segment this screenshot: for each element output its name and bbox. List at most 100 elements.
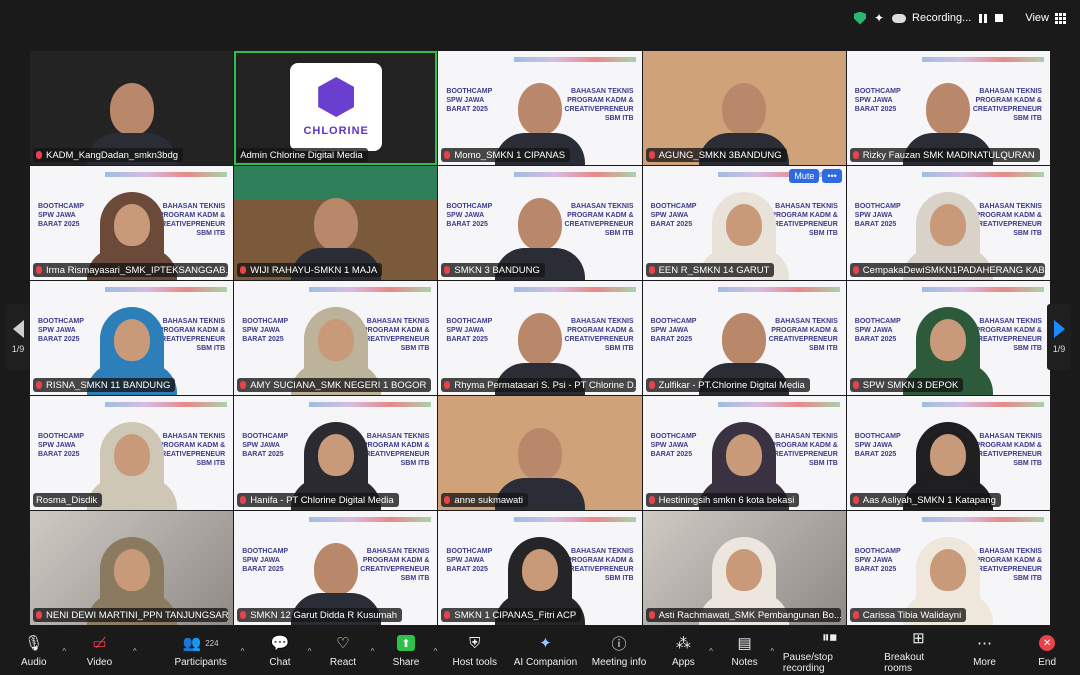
mic-muted-icon: [648, 151, 655, 159]
participant-tile[interactable]: BOOTHCAMP SPW JAWA BARAT 2025 BAHASAN TEK…: [234, 511, 438, 625]
recording-indicator[interactable]: Recording...: [892, 12, 971, 24]
participant-tile[interactable]: BOOTHCAMP SPW JAWA BARAT 2025 BAHASAN TEK…: [438, 281, 642, 395]
ai-companion-label: AI Companion: [513, 657, 578, 668]
more-button[interactable]: ⋯ More: [961, 627, 1009, 675]
end-meeting-button[interactable]: ✕ End: [1024, 627, 1070, 675]
participant-tile[interactable]: BOOTHCAMP SPW JAWA BARAT 2025 BAHASAN TEK…: [642, 166, 846, 280]
share-button[interactable]: ⬆ Share: [383, 627, 429, 675]
slide-title-left: BOOTHCAMP SPW JAWA BARAT 2025: [446, 548, 493, 573]
mic-muted-icon: [36, 151, 42, 159]
slide-title-left: BOOTHCAMP SPW JAWA BARAT 2025: [446, 203, 493, 228]
participant-name-label: WIJI RAHAYU-SMKN 1 MAJA: [237, 263, 383, 277]
participant-name-label: Irma Rismayasari_SMK_IPTEKSANGGAB...: [33, 263, 229, 277]
video-button[interactable]: ▭̸ Video: [71, 627, 128, 675]
participant-name: Rhyma Permatasari S. Psi - PT Chlorine D…: [454, 379, 637, 391]
slide-title-left: BOOTHCAMP SPW JAWA BARAT 2025: [650, 203, 697, 228]
notes-options-caret[interactable]: ^: [766, 627, 779, 675]
participant-tile[interactable]: BOOTHCAMP SPW JAWA BARAT 2025 BAHASAN TEK…: [438, 511, 642, 625]
ai-companion-button[interactable]: ✦ AI Companion: [509, 627, 581, 675]
participant-name: SMKN 3 BANDUNG: [454, 264, 540, 276]
participant-tile[interactable]: BOOTHCAMP SPW JAWA BARAT 2025 BAHASAN TEK…: [846, 51, 1050, 165]
notes-button[interactable]: ▤ Notes: [724, 627, 766, 675]
notes-icon: ▤: [737, 635, 752, 652]
mute-participant-button[interactable]: Mute: [789, 169, 820, 183]
participant-name-label: Zulfikar - PT.Chlorine Digital Media: [645, 378, 810, 392]
participant-tile[interactable]: KADM_KangDadan_smkn3bdg: [30, 51, 234, 165]
participant-tile[interactable]: BOOTHCAMP SPW JAWA BARAT 2025 BAHASAN TEK…: [30, 281, 234, 395]
stop-recording-icon[interactable]: [995, 14, 1004, 22]
participant-tile[interactable]: AGUNG_SMKN 3BANDUNG: [642, 51, 846, 165]
participant-tile[interactable]: Asti Rachmawati_SMK Pembangunan Bo...: [642, 511, 846, 625]
participant-tile[interactable]: BOOTHCAMP SPW JAWA BARAT 2025 BAHASAN TEK…: [642, 396, 846, 510]
video-gallery: KADM_KangDadan_smkn3bdg CHLORINE Admin Chl…: [30, 51, 1050, 625]
mic-muted-icon: [852, 611, 859, 619]
participant-name: anne sukmawati: [454, 494, 524, 506]
participants-options-caret[interactable]: ^: [236, 627, 249, 675]
participant-name: Zulfikar - PT.Chlorine Digital Media: [658, 379, 805, 391]
breakout-rooms-label: Breakout rooms: [884, 651, 925, 674]
participant-name-label: Hanifa - PT Chlorine Digital Media: [237, 493, 399, 507]
participant-tile[interactable]: CHLORINE Admin Chlorine Digital Media: [234, 51, 438, 165]
meeting-info-button[interactable]: ⓘ Meeting info: [588, 627, 651, 675]
participant-tile[interactable]: BOOTHCAMP SPW JAWA BARAT 2025 BAHASAN TEK…: [30, 166, 234, 280]
participants-icon: 👥 224: [182, 635, 219, 652]
shield-icon: [853, 11, 866, 25]
participant-name: Aas Asliyah_SMKN 1 Katapang: [862, 494, 996, 506]
chat-options-caret[interactable]: ^: [303, 627, 316, 675]
grid-icon: [1055, 12, 1066, 24]
encryption-indicator[interactable]: [853, 11, 866, 25]
video-options-caret[interactable]: ^: [128, 627, 141, 675]
tile-hover-controls: Mute •••: [789, 169, 842, 183]
participant-tile[interactable]: anne sukmawati: [438, 396, 642, 510]
page-indicator-right: 1/9: [1052, 344, 1066, 354]
more-label: More: [973, 657, 996, 668]
meeting-toolbar: 🎙 Audio ^ ▭̸ Video ^ 👥 224 Participants …: [0, 627, 1080, 675]
participant-name: EEN R_SMKN 14 GARUT: [658, 264, 770, 276]
participant-tile[interactable]: BOOTHCAMP SPW JAWA BARAT 2025 BAHASAN TEK…: [30, 396, 234, 510]
participant-tile[interactable]: BOOTHCAMP SPW JAWA BARAT 2025 BAHASAN TEK…: [846, 396, 1050, 510]
participant-name: NENI DEWI MARTINI_PPN TANJUNGSARI: [46, 609, 229, 621]
participant-tile[interactable]: BOOTHCAMP SPW JAWA BARAT 2025 BAHASAN TEK…: [846, 281, 1050, 395]
pause-stop-recording-button[interactable]: ⏸⏹ Pause/stop recording: [783, 627, 876, 675]
recording-label: Recording...: [912, 12, 972, 24]
participant-tile[interactable]: BOOTHCAMP SPW JAWA BARAT 2025 BAHASAN TEK…: [234, 281, 438, 395]
participant-tile[interactable]: WIJI RAHAYU-SMKN 1 MAJA: [234, 166, 438, 280]
next-page-button[interactable]: 1/9: [1047, 304, 1071, 370]
mic-muted-icon: [240, 496, 247, 504]
view-button[interactable]: View: [1025, 12, 1066, 24]
pause-stop-icon: ⏸⏹: [822, 629, 838, 646]
slide-title-left: BOOTHCAMP SPW JAWA BARAT 2025: [854, 433, 901, 458]
participant-tile[interactable]: BOOTHCAMP SPW JAWA BARAT 2025 BAHASAN TEK…: [234, 396, 438, 510]
react-options-caret[interactable]: ^: [366, 627, 379, 675]
apps-button[interactable]: ⁂ Apps: [662, 627, 704, 675]
shield-check-icon: ⛨: [469, 634, 481, 652]
participant-tile[interactable]: BOOTHCAMP SPW JAWA BARAT 2025 BAHASAN TEK…: [438, 51, 642, 165]
participants-button[interactable]: 👥 224 Participants: [165, 627, 235, 675]
chat-button[interactable]: 💬 Chat: [257, 627, 303, 675]
participant-name-label: KADM_KangDadan_smkn3bdg: [33, 148, 184, 162]
participant-tile[interactable]: NENI DEWI MARTINI_PPN TANJUNGSARI: [30, 511, 234, 625]
mic-muted-icon: [444, 611, 451, 619]
participant-tile[interactable]: BOOTHCAMP SPW JAWA BARAT 2025 BAHASAN TEK…: [846, 511, 1050, 625]
audio-options-caret[interactable]: ^: [58, 627, 71, 675]
logo-text: CHLORINE: [303, 125, 369, 137]
host-tools-button[interactable]: ⛨ Host tools: [446, 627, 503, 675]
slide-title-left: BOOTHCAMP SPW JAWA BARAT 2025: [446, 88, 493, 113]
react-button[interactable]: ♡ React: [320, 627, 366, 675]
chat-icon: 💬: [270, 635, 290, 652]
participant-tile[interactable]: BOOTHCAMP SPW JAWA BARAT 2025 BAHASAN TEK…: [846, 166, 1050, 280]
slide-title-left: BOOTHCAMP SPW JAWA BARAT 2025: [854, 318, 901, 343]
breakout-rooms-button[interactable]: ⊞ Breakout rooms: [884, 627, 953, 675]
view-label: View: [1025, 12, 1049, 24]
participant-tile[interactable]: BOOTHCAMP SPW JAWA BARAT 2025 BAHASAN TEK…: [642, 281, 846, 395]
audio-button[interactable]: 🎙 Audio: [10, 627, 58, 675]
participant-more-button[interactable]: •••: [822, 169, 842, 183]
microphone-icon: 🎙: [24, 635, 44, 652]
share-options-caret[interactable]: ^: [429, 627, 442, 675]
pause-recording-icon[interactable]: [979, 13, 988, 23]
participant-tile[interactable]: BOOTHCAMP SPW JAWA BARAT 2025 BAHASAN TEK…: [438, 166, 642, 280]
ai-companion-sparkle-icon[interactable]: ✦: [874, 11, 884, 25]
apps-options-caret[interactable]: ^: [704, 627, 717, 675]
previous-page-button[interactable]: 1/9: [6, 304, 30, 370]
mic-muted-icon: [36, 381, 42, 389]
